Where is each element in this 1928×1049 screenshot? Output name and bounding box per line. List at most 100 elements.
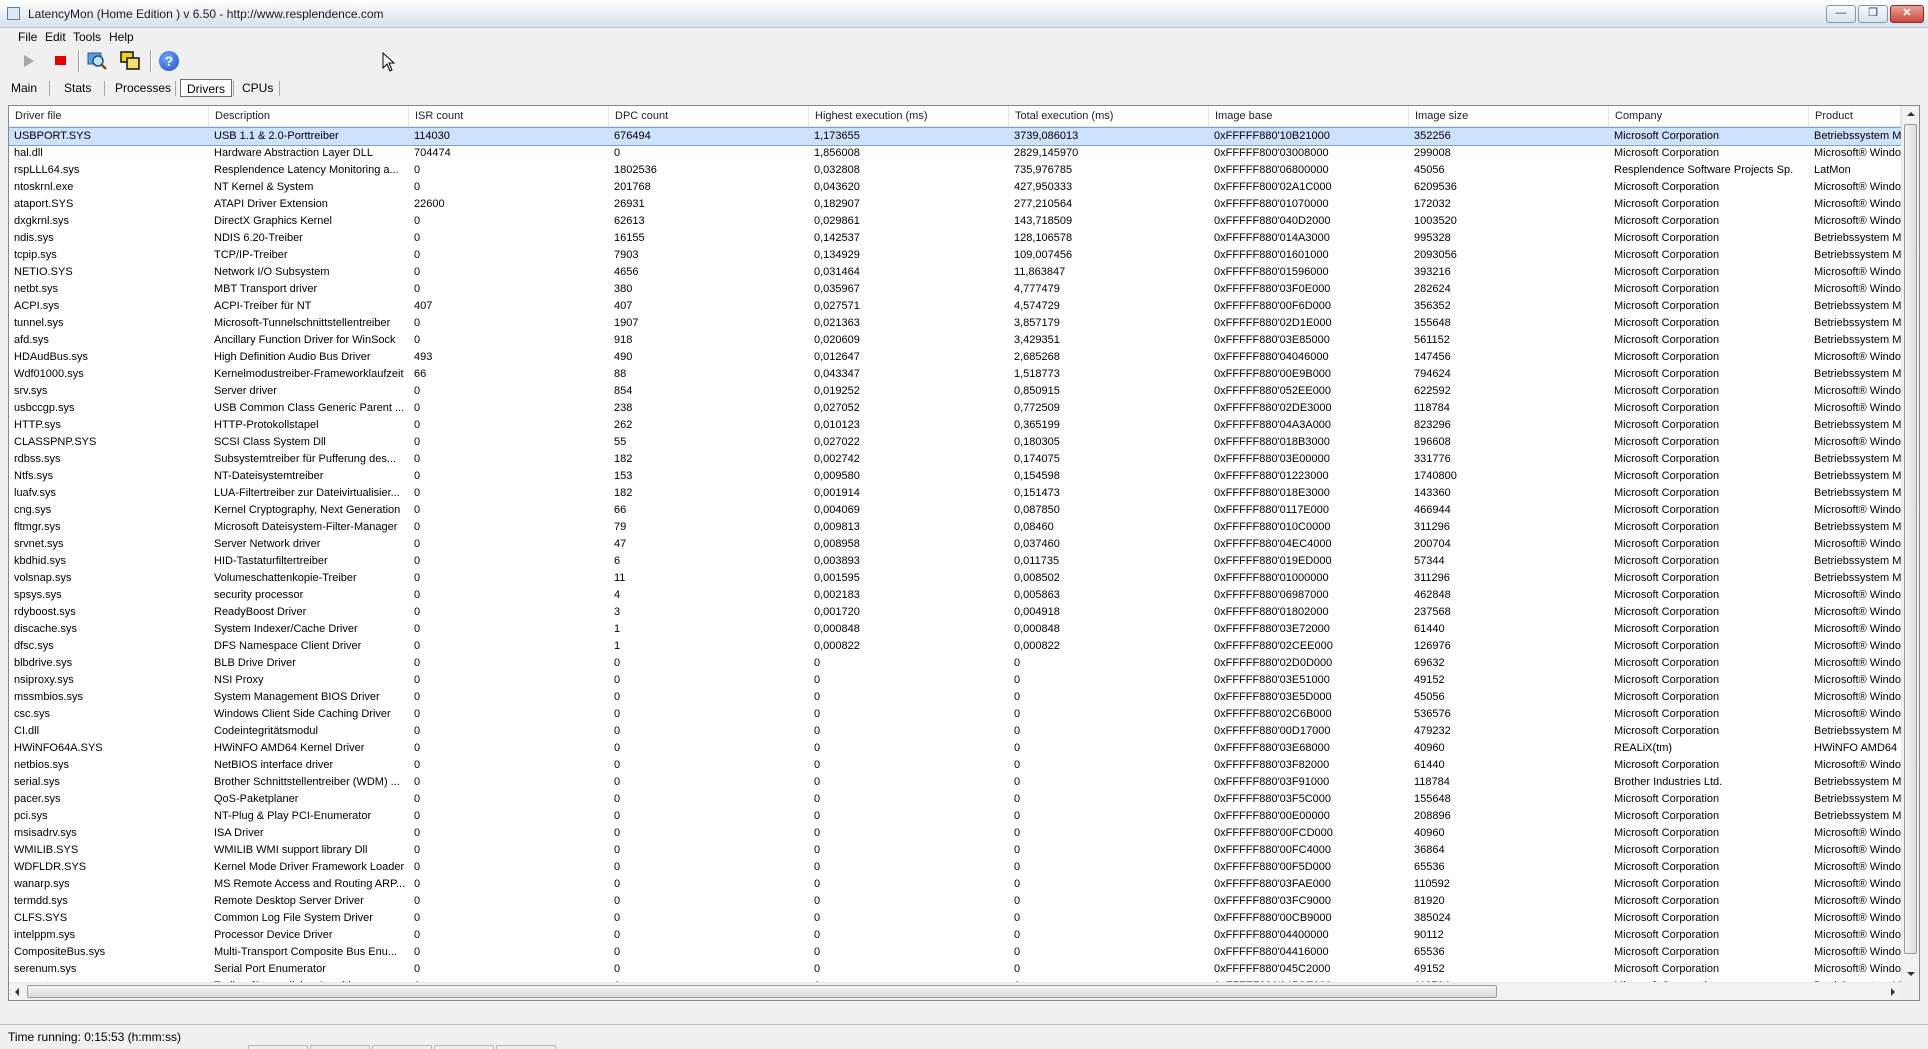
table-row[interactable]: kbdhid.sys HID-Tastaturfiltertreiber 0 6 0,0… [9,553,1901,570]
column-header-product[interactable]: Product [1809,106,1901,126]
column-header-company[interactable]: Company [1609,106,1809,126]
table-row[interactable]: pacer.sys QoS-Paketplaner 0 0 0 0 0xFFFFF880'0… [9,791,1901,808]
table-row[interactable]: rdbss.sys Subsystemtreiber für Pufferung … [9,451,1901,468]
column-header-driver-file[interactable]: Driver file [9,106,209,126]
play-icon[interactable] [18,50,40,72]
column-header-image-size[interactable]: Image size [1409,106,1609,126]
table-row[interactable]: nsiproxy.sys NSI Proxy 0 0 0 0 0xFFFFF880'03E5… [9,672,1901,689]
vertical-scrollbar[interactable] [1901,106,1919,982]
table-row[interactable]: ndis.sys NDIS 6.20-Treiber 0 16155 0,142537 1… [9,230,1901,247]
tab-stats[interactable]: Stats [58,79,97,97]
cell-total-execution: 0 [1014,776,1021,788]
horizontal-scrollbar[interactable] [9,982,1901,1000]
table-row[interactable]: mssmbios.sys System Management BIOS Drive… [9,689,1901,706]
table-row[interactable]: msisadrv.sys ISA Driver 0 0 0 0 0xFFFFF880'00F… [9,825,1901,842]
column-header-description[interactable]: Description [209,106,409,126]
table-row[interactable]: dfsc.sys DFS Namespace Client Driver 0 1 0,0… [9,638,1901,655]
table-row[interactable]: luafv.sys LUA-Filtertreiber zur Dateivirt… [9,485,1901,502]
table-row[interactable]: HTTP.sys HTTP-Protokollstapel 0 262 0,010123… [9,417,1901,434]
menu-tools[interactable]: Tools [73,30,101,44]
table-row[interactable]: dxgkrnl.sys DirectX Graphics Kernel 0 62613… [9,213,1901,230]
maximize-button[interactable]: ❐ [1858,5,1888,23]
tab-drivers[interactable]: Drivers [180,79,232,97]
table-row[interactable]: volsnap.sys Volumeschattenkopie-Treiber 0 1… [9,570,1901,587]
scroll-left-icon[interactable] [15,988,19,996]
column-header-image-base[interactable]: Image base [1209,106,1409,126]
table-row[interactable]: tunnel.sys Microsoft-Tunnelschnittstellen… [9,315,1901,332]
column-header-isr-count[interactable]: ISR count [409,106,609,126]
vertical-scroll-thumb[interactable] [1904,124,1917,954]
cell-company: Microsoft Corporation [1614,130,1720,142]
table-row[interactable]: blbdrive.sys BLB Drive Driver 0 0 0 0 0xFFFFF8… [9,655,1901,672]
table-row[interactable]: intelppm.sys Processor Device Driver 0 0 0 0 0… [9,927,1901,944]
table-row[interactable]: USBPORT.SYS USB 1.1 & 2.0-Porttreiber 1140… [9,127,1902,146]
menu-help[interactable]: Help [109,30,134,44]
table-row[interactable]: pci.sys NT-Plug & Play PCI-Enumerator 0 0 0 0… [9,808,1901,825]
cell-dpc-count: 182 [614,487,633,499]
column-header-total-execution[interactable]: Total execution (ms) [1009,106,1209,126]
close-button[interactable]: ✕ [1890,5,1924,23]
table-row[interactable]: rdyboost.sys ReadyBoost Driver 0 3 0,001720 0… [9,604,1901,621]
scroll-right-icon[interactable] [1891,988,1895,996]
table-row[interactable]: discache.sys System Indexer/Cache Driver 0… [9,621,1901,638]
table-row[interactable]: serial.sys Brother Schnittstellentreiber … [9,774,1901,791]
table-row[interactable]: CLFS.SYS Common Log File System Driver 0 0 0… [9,910,1901,927]
table-row[interactable]: fltmgr.sys Microsoft Dateisystem-Filter-M… [9,519,1901,536]
table-row[interactable]: srv.sys Server driver 0 854 0,019252 0,850915… [9,383,1901,400]
table-row[interactable]: Wdf01000.sys Kernelmodustreiber-Framework… [9,366,1901,383]
cell-dpc-count: 918 [614,334,633,346]
table-row[interactable]: hal.dll Hardware Abstraction Layer DLL 704… [9,145,1901,162]
table-row[interactable]: NETIO.SYS Network I/O Subsystem 0 4656 0,031… [9,264,1901,281]
scroll-up-icon[interactable] [1907,112,1915,116]
table-row[interactable]: termdd.sys Remote Desktop Server Driver 0 0… [9,893,1901,910]
tab-separator [49,81,50,96]
table-row[interactable]: WMILIB.SYS WMILIB WMI support library Dll… [9,842,1901,859]
search-icon[interactable] [86,50,108,72]
cell-highest-execution: 0 [814,810,821,822]
cell-product: Betriebssystem Mi [1814,810,1901,822]
table-row[interactable]: netbt.sys MBT Transport driver 0 380 0,03596… [9,281,1901,298]
cell-company: Microsoft Corporation [1614,895,1720,907]
help-icon[interactable]: ? [158,50,180,72]
table-row[interactable]: Ntfs.sys NT-Dateisystemtreiber 0 153 0,00958… [9,468,1901,485]
cell-driver-file: USBPORT.SYS [14,130,91,142]
windows-icon[interactable] [119,50,141,72]
column-header-highest-execution[interactable]: Highest execution (ms) [809,106,1009,126]
table-row[interactable]: CI.dll Codeintegritätsmodul 0 0 0 0 0xFFFFF880… [9,723,1901,740]
table-row[interactable]: netbios.sys NetBIOS interface driver 0 0 0 0 0… [9,757,1901,774]
table-row[interactable]: rspLLL64.sys Resplendence Latency Monitor… [9,162,1901,179]
table-row[interactable]: ataport.SYS ATAPI Driver Extension 22600 26… [9,196,1901,213]
table-row[interactable]: ntoskrnl.exe NT Kernel & System 0 201768 0,0… [9,179,1901,196]
table-row[interactable]: ACPI.sys ACPI-Treiber für NT 407 407 0,02757… [9,298,1901,315]
table-row[interactable]: tcpip.sys TCP/IP-Treiber 0 7903 0,134929 109,… [9,247,1901,264]
table-row[interactable]: serenum.sys Serial Port Enumerator 0 0 0 0 0xF… [9,961,1901,978]
table-row[interactable]: afd.sys Ancillary Function Driver for Win… [9,332,1901,349]
table-row[interactable]: CLASSPNP.SYS SCSI Class System Dll 0 55 0,02… [9,434,1901,451]
table-row[interactable]: usbccgp.sys USB Common Class Generic Pare… [9,400,1901,417]
menu-file[interactable]: File [18,30,37,44]
tab-processes[interactable]: Processes [109,79,177,97]
table-row[interactable]: CompositeBus.sys Multi-Transport Composit… [9,944,1901,961]
title-bar[interactable]: LatencyMon (Home Edition ) v 6.50 - http… [0,0,1928,28]
table-row[interactable]: spsys.sys security processor 0 4 0,002183 0,0… [9,587,1901,604]
menu-edit[interactable]: Edit [45,30,66,44]
minimize-button[interactable]: — [1826,5,1856,23]
table-row[interactable]: cng.sys Kernel Cryptography, Next Generat… [9,502,1901,519]
table-row[interactable]: HDAudBus.sys High Definition Audio Bus Dr… [9,349,1901,366]
table-row[interactable]: HWiNFO64A.SYS HWiNFO AMD64 Kernel Driver 0… [9,740,1901,757]
scroll-down-icon[interactable] [1907,972,1915,976]
cell-company: Microsoft Corporation [1614,436,1720,448]
tab-cpus[interactable]: CPUs [236,79,279,97]
column-header-dpc-count[interactable]: DPC count [609,106,809,126]
table-row[interactable]: wanarp.sys MS Remote Access and Routing A… [9,876,1901,893]
table-row[interactable]: srvnet.sys Server Network driver 0 47 0,0089… [9,536,1901,553]
drivers-table[interactable]: Driver file Description ISR count DPC count… [8,105,1920,1001]
table-row[interactable]: csc.sys Windows Client Side Caching Drive… [9,706,1901,723]
cell-highest-execution: 0 [814,827,821,839]
table-row[interactable]: WDFLDR.SYS Kernel Mode Driver Framework L… [9,859,1901,876]
horizontal-scroll-thumb[interactable] [27,985,1497,998]
cell-description: Ancillary Function Driver for WinSock [214,334,396,346]
cell-driver-file: afd.sys [14,334,49,346]
tab-main[interactable]: Main [5,79,43,97]
stop-icon[interactable] [50,50,72,72]
